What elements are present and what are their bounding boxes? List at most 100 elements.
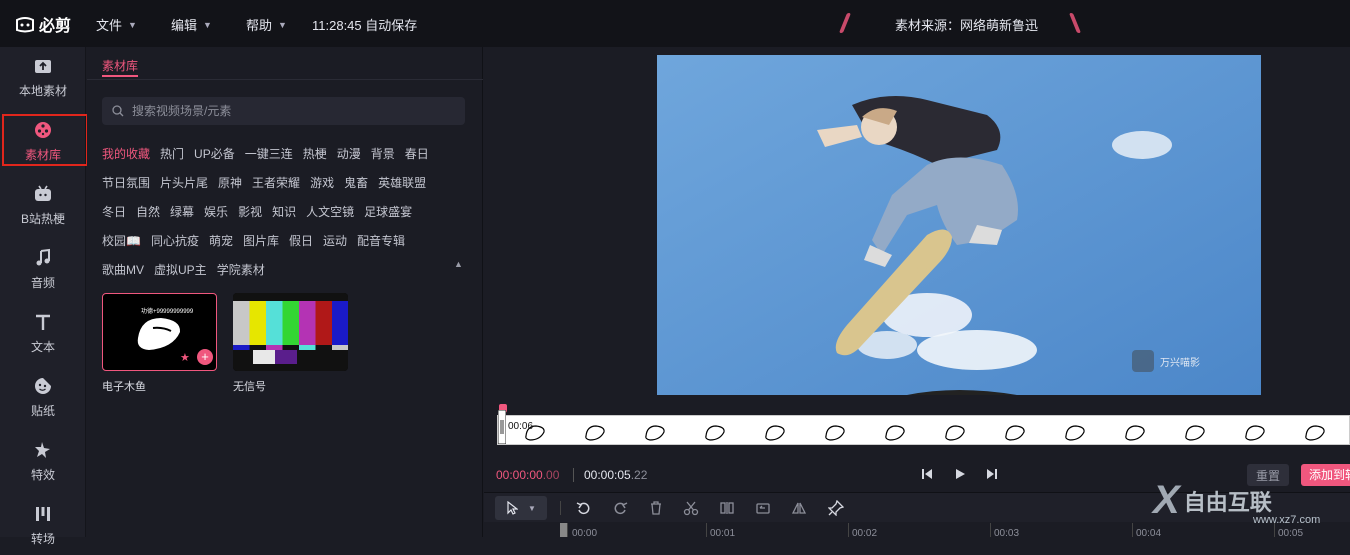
- tag-row: 冬日 自然 绿幕 娱乐 影视 知识 人文空镜 足球盛宴: [102, 197, 472, 226]
- tag-campus[interactable]: 校园📖: [102, 232, 141, 249]
- search-box[interactable]: [102, 97, 465, 125]
- source-note: 素材来源：网络萌新鲁迅: [895, 18, 1039, 33]
- ruler-tick: [990, 523, 991, 537]
- tag-greenscreen[interactable]: 绿幕: [170, 203, 194, 220]
- site-watermark-text: 自由互联: [1183, 489, 1272, 515]
- rail-item-effects[interactable]: 特效: [0, 431, 86, 491]
- scissors-icon[interactable]: [683, 500, 699, 516]
- tag-scenery[interactable]: 人文空镜: [306, 203, 354, 220]
- site-watermark-url: www.xz7.com: [1253, 514, 1321, 526]
- tag-hot[interactable]: 热门: [160, 145, 184, 162]
- music-note-icon: [36, 248, 50, 265]
- tag-triple[interactable]: 一键三连: [245, 145, 293, 162]
- select-tool-dropdown[interactable]: ▼: [495, 496, 547, 520]
- tag-knowledge[interactable]: 知识: [272, 203, 296, 220]
- skip-back-icon[interactable]: [919, 466, 935, 482]
- total-time-frames: .22: [630, 468, 648, 482]
- chevron-down-icon: ▼: [203, 19, 212, 30]
- tag-lol[interactable]: 英雄联盟: [378, 174, 426, 191]
- tag-list: 我的收藏 热门 UP必备 一键三连 热梗 动漫 背景 春日 节日氛围 片头片尾 …: [102, 139, 472, 284]
- ruler-tick: [1132, 523, 1133, 537]
- add-to-track-button[interactable]: +: [197, 349, 213, 365]
- tag-sports[interactable]: 运动: [323, 232, 347, 249]
- tab-underline: [102, 75, 138, 77]
- wooden-fish-frames: [525, 425, 1325, 441]
- menu-file[interactable]: 文件 ▼: [96, 15, 137, 34]
- rail-item-stickers[interactable]: 贴纸: [0, 367, 86, 427]
- mirror-icon[interactable]: [791, 500, 807, 516]
- tag-spring[interactable]: 春日: [405, 145, 429, 162]
- tag-voiceover[interactable]: 配音专辑: [357, 232, 405, 249]
- tag-anti-epidemic[interactable]: 同心抗疫: [151, 232, 199, 249]
- ruler-label: 00:02: [852, 528, 878, 539]
- tag-entertainment[interactable]: 娱乐: [204, 203, 228, 220]
- tag-festival[interactable]: 节日氛围: [102, 174, 150, 191]
- video-preview[interactable]: [657, 55, 1261, 395]
- play-icon[interactable]: [952, 466, 968, 482]
- tag-games[interactable]: 游戏: [310, 174, 334, 191]
- skip-forward-icon[interactable]: [984, 466, 1000, 482]
- ruler-label: 00:04: [1136, 528, 1162, 539]
- rail-item-bili-memes[interactable]: B站热梗: [0, 175, 86, 235]
- menu-edit[interactable]: 编辑 ▼: [171, 15, 212, 34]
- trim-handle-icon[interactable]: [498, 410, 506, 444]
- tab-library[interactable]: 素材库: [102, 57, 138, 74]
- rail-item-audio[interactable]: 音频: [0, 239, 86, 299]
- tag-film[interactable]: 影视: [238, 203, 262, 220]
- tag-up-essential[interactable]: UP必备: [194, 145, 235, 162]
- ruler-label: 00:01: [710, 528, 736, 539]
- tag-favorites[interactable]: 我的收藏: [102, 145, 150, 162]
- tag-intro-outro[interactable]: 片头片尾: [160, 174, 208, 191]
- text-t-icon: [36, 314, 50, 330]
- favorite-star-icon[interactable]: ★: [180, 351, 190, 364]
- tag-anime[interactable]: 动漫: [337, 145, 361, 162]
- tag-honor-of-kings[interactable]: 王者荣耀: [252, 174, 300, 191]
- tag-holiday[interactable]: 假日: [289, 232, 313, 249]
- tag-football[interactable]: 足球盛宴: [364, 203, 412, 220]
- site-watermark: X 自由互联 www.xz7.com: [1153, 478, 1320, 526]
- split-icon[interactable]: [719, 500, 735, 516]
- asset-card-wooden-fish[interactable]: 功德+99999999999 ★ +: [102, 293, 217, 371]
- tag-kichiku[interactable]: 鬼畜: [344, 174, 368, 191]
- pin-icon[interactable]: [828, 500, 844, 516]
- rail-label: 本地素材: [18, 83, 67, 98]
- rail-item-text[interactable]: 文本: [0, 303, 86, 363]
- delete-icon[interactable]: [648, 500, 664, 516]
- ruler-label: 00:03: [994, 528, 1020, 539]
- search-input[interactable]: [132, 104, 432, 118]
- tag-academy[interactable]: 学院素材: [217, 261, 265, 278]
- rail-label: 转场: [30, 531, 55, 546]
- undo-icon[interactable]: [576, 500, 592, 516]
- tag-memes[interactable]: 热梗: [303, 145, 327, 162]
- tag-genshin[interactable]: 原神: [218, 174, 242, 191]
- rail-item-transitions[interactable]: 转场: [0, 495, 86, 555]
- chevron-down-icon: ▼: [278, 19, 287, 30]
- add-to-track-main-button[interactable]: 添加到轨道: [1301, 464, 1350, 486]
- tag-vtuber[interactable]: 虚拟UP主: [154, 261, 207, 278]
- total-time: 00:00:05.22: [584, 468, 647, 482]
- wondershare-logo-icon: [1132, 350, 1154, 372]
- tag-winter[interactable]: 冬日: [102, 203, 126, 220]
- bilibili-logo-icon: [16, 17, 34, 33]
- menu-edit-label: 编辑: [171, 18, 198, 33]
- collapse-caret-icon[interactable]: ▲: [454, 259, 463, 269]
- timeline-ruler[interactable]: [484, 522, 1350, 537]
- tag-pets[interactable]: 萌宠: [209, 232, 233, 249]
- tag-mv[interactable]: 歌曲MV: [102, 261, 144, 278]
- tag-nature[interactable]: 自然: [136, 203, 160, 220]
- reverse-icon[interactable]: [755, 500, 771, 516]
- redo-icon[interactable]: [612, 500, 628, 516]
- menu-help[interactable]: 帮助 ▼: [246, 15, 287, 34]
- tag-image-library[interactable]: 图片库: [243, 232, 279, 249]
- divider: [87, 79, 483, 80]
- card-label: 电子木鱼: [102, 381, 146, 393]
- upload-folder-icon: [35, 59, 51, 73]
- tag-row: 节日氛围 片头片尾 原神 王者荣耀 游戏 鬼畜 英雄联盟: [102, 168, 472, 197]
- tag-row: 校园📖 同心抗疫 萌宠 图片库 假日 运动 配音专辑: [102, 226, 472, 255]
- rail-item-local[interactable]: 本地素材: [0, 47, 86, 107]
- sticker-face-icon: [35, 377, 51, 394]
- tag-background[interactable]: 背景: [371, 145, 395, 162]
- clip-thumbnail-strip[interactable]: [497, 415, 1350, 445]
- asset-card-no-signal[interactable]: [233, 293, 348, 371]
- autosave-status: 11:28:45 自动保存: [312, 18, 418, 33]
